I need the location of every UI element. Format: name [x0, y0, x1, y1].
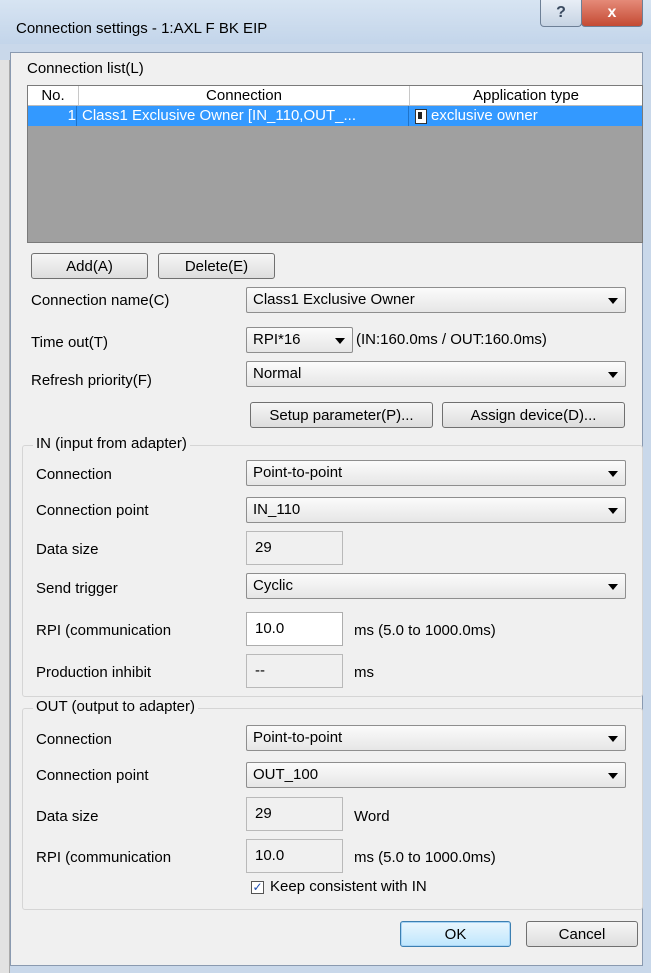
out-data-size-unit: Word [354, 808, 390, 825]
out-connection-select[interactable]: Point-to-point [246, 725, 626, 751]
in-connection-point-label: Connection point [36, 502, 149, 519]
out-data-size-field: 29 [246, 797, 343, 831]
chevron-down-icon [608, 584, 618, 590]
chevron-down-icon [608, 773, 618, 779]
time-out-label: Time out(T) [31, 334, 108, 351]
keep-consistent-checkbox[interactable]: ✓ [251, 881, 264, 894]
title-bar: Connection settings - 1:AXL F BK EIP ? x [0, 0, 651, 44]
out-rpi-unit: ms (5.0 to 1000.0ms) [354, 849, 496, 866]
assign-device-button[interactable]: Assign device(D)... [442, 402, 625, 428]
time-out-select[interactable]: RPI*16 [246, 327, 353, 353]
time-out-info: (IN:160.0ms / OUT:160.0ms) [356, 331, 547, 348]
refresh-priority-select[interactable]: Normal [246, 361, 626, 387]
time-out-value: RPI*16 [253, 331, 301, 348]
in-data-size-value: 29 [255, 539, 272, 556]
row-no: 1 [28, 106, 77, 126]
keep-consistent-label: Keep consistent with IN [270, 878, 427, 895]
in-rpi-input[interactable]: 10.0 [246, 612, 343, 646]
connection-name-select[interactable]: Class1 Exclusive Owner [246, 287, 626, 313]
in-production-inhibit-unit: ms [354, 664, 374, 681]
refresh-priority-label: Refresh priority(F) [31, 372, 152, 389]
connection-name-value: Class1 Exclusive Owner [253, 291, 415, 308]
connection-list[interactable]: No. Connection Application type 1 Class1… [27, 85, 643, 243]
chevron-down-icon [608, 508, 618, 514]
cancel-button[interactable]: Cancel [526, 921, 638, 947]
out-data-size-value: 29 [255, 805, 272, 822]
checkmark-icon: ✓ [252, 880, 263, 894]
row-application-type: exclusive owner [431, 107, 538, 124]
row-connection: Class1 Exclusive Owner [IN_110,OUT_... [82, 106, 409, 126]
out-connection-label: Connection [36, 731, 112, 748]
in-connection-select[interactable]: Point-to-point [246, 460, 626, 486]
in-rpi-unit: ms (5.0 to 1000.0ms) [354, 622, 496, 639]
in-send-trigger-value: Cyclic [253, 577, 293, 594]
in-rpi-label: RPI (communication [36, 622, 172, 639]
chevron-down-icon [608, 471, 618, 477]
out-rpi-field: 10.0 [246, 839, 343, 873]
in-rpi-value: 10.0 [255, 620, 285, 637]
in-production-inhibit-field: -- [246, 654, 343, 688]
chevron-down-icon [608, 736, 618, 742]
help-icon[interactable]: ? [540, 0, 582, 27]
in-connection-point-select[interactable]: IN_110 [246, 497, 626, 523]
list-header: No. Connection Application type [28, 86, 642, 106]
out-connection-point-label: Connection point [36, 767, 149, 784]
close-icon[interactable]: x [581, 0, 643, 27]
in-connection-value: Point-to-point [253, 464, 343, 481]
setup-parameter-button[interactable]: Setup parameter(P)... [250, 402, 433, 428]
connection-name-label: Connection name(C) [31, 292, 170, 309]
chevron-down-icon [335, 338, 345, 344]
chevron-down-icon [608, 298, 618, 304]
out-group-title: OUT (output to adapter) [33, 698, 198, 715]
ok-button[interactable]: OK [400, 921, 511, 947]
out-rpi-label: RPI (communication [36, 849, 172, 866]
out-connection-value: Point-to-point [253, 729, 343, 746]
chevron-down-icon [608, 372, 618, 378]
in-connection-label: Connection [36, 466, 112, 483]
in-send-trigger-select[interactable]: Cyclic [246, 573, 626, 599]
out-connection-point-select[interactable]: OUT_100 [246, 762, 626, 788]
connection-list-label: Connection list(L) [27, 60, 144, 77]
refresh-priority-value: Normal [253, 365, 302, 382]
column-header-connection[interactable]: Connection [79, 86, 410, 105]
in-connection-point-value: IN_110 [253, 501, 301, 518]
application-type-icon [415, 109, 427, 124]
in-production-inhibit-value: -- [255, 662, 265, 679]
in-data-size-label: Data size [36, 541, 99, 558]
delete-button[interactable]: Delete(E) [158, 253, 275, 279]
out-rpi-value: 10.0 [255, 847, 285, 864]
out-connection-point-value: OUT_100 [253, 766, 319, 783]
in-group-title: IN (input from adapter) [33, 435, 190, 452]
window-title: Connection settings - 1:AXL F BK EIP [16, 20, 268, 37]
add-button[interactable]: Add(A) [31, 253, 148, 279]
in-production-inhibit-label: Production inhibit [36, 664, 152, 681]
in-data-size-field: 29 [246, 531, 343, 565]
out-data-size-label: Data size [36, 808, 99, 825]
in-send-trigger-label: Send trigger [36, 580, 118, 597]
table-row[interactable]: 1 Class1 Exclusive Owner [IN_110,OUT_...… [28, 106, 642, 126]
column-header-no[interactable]: No. [28, 86, 79, 105]
column-header-application-type[interactable]: Application type [410, 86, 642, 105]
left-scroll-edge [0, 60, 10, 973]
